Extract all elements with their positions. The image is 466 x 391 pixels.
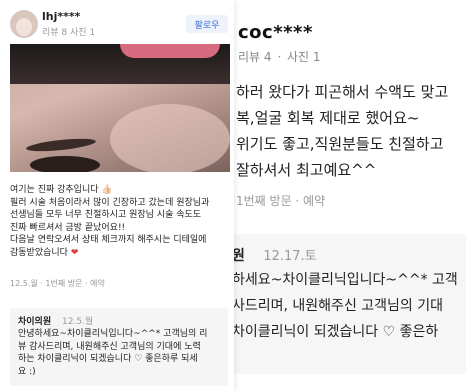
review-text-line: 다음날 연락오셔서 상태 체크까지 해주시는 디테일에 bbox=[10, 235, 207, 245]
review-body: 여기는 진짜 강추입니다 👍🏻 필러 시술 처음이라서 많이 긴장하고 갔는데 … bbox=[10, 184, 232, 259]
reply-author: 차이의원 bbox=[18, 317, 52, 327]
reply-text-line: 뷰 감사드리며, 내원해주신 고객님의 기대에 노력 bbox=[18, 341, 201, 352]
follow-button[interactable]: 팔로우 bbox=[186, 15, 228, 33]
review-text-line: 잘하셔서 최고예요^^ bbox=[236, 161, 377, 179]
review-photo[interactable] bbox=[10, 44, 230, 172]
visit-info: 12.5.월 · 1번째 방문 · 예약 bbox=[10, 279, 105, 288]
reply-text-line: 사드리며, 내원해주신 고객님의 기대 bbox=[232, 298, 443, 314]
reply-text-line: 하세요~차이클리닉입니다~^^* 고객 bbox=[232, 272, 458, 288]
reply-header: 원 12.17.토 bbox=[232, 245, 317, 265]
heart-icon: ❤ bbox=[70, 247, 79, 258]
reply-text-line: 차이클리닉이 되겠습니다 ♡ 좋은하 bbox=[232, 324, 439, 340]
reviewer-stats: 리뷰 8 사진 1 bbox=[42, 28, 96, 38]
review-text-line: 필러 시술 처음이라서 많이 긴장하고 갔는데 원장님과 bbox=[10, 197, 210, 208]
review-card: lhj**** 리뷰 8 사진 1 팔로우 여기는 진짜 강추입니다 👍🏻 필러… bbox=[0, 0, 234, 391]
reply-header: 차이의원 12.5.월 bbox=[18, 314, 93, 327]
photo-count: 사진 1 bbox=[287, 50, 321, 64]
review-text-line: 위기도 좋고,직원분들도 친절하고 bbox=[236, 135, 444, 153]
review-text-line: 감동받았습니다 bbox=[10, 247, 68, 258]
visit-info: 1번째 방문 · 예약 bbox=[236, 194, 326, 208]
reply-date: 12.5.월 bbox=[62, 317, 94, 327]
reviewer-username[interactable]: coc**** bbox=[238, 22, 313, 43]
review-text-line: 복,얼굴 회복 제대로 했어요~ bbox=[236, 109, 420, 127]
review-text-line: 하러 왔다가 피곤해서 수액도 맞고 bbox=[236, 83, 449, 101]
review-text-line: 선생님들 모두 너무 친절하시고 원장님 시술 속도도 bbox=[10, 210, 202, 220]
review-text-line: 여기는 진짜 강추입니다 👍🏻 bbox=[10, 185, 113, 195]
reply-body: 안녕하세요~차이클리닉입니다~^^* 고객님의 리 뷰 감사드리며, 내원해주신… bbox=[18, 328, 207, 378]
meta-separator: · bbox=[277, 50, 282, 64]
review-count: 리뷰 4 bbox=[238, 50, 272, 64]
reply-date: 12.17.토 bbox=[263, 249, 317, 264]
reply-text-line: 하는 차이클리닉이 되겠습니다 ♡ 좋은하루 되세 bbox=[18, 354, 198, 364]
reviewer-username[interactable]: lhj**** bbox=[42, 10, 80, 23]
avatar[interactable] bbox=[10, 10, 38, 38]
reply-text-line: 안녕하세요~차이클리닉입니다~^^* 고객님의 리 bbox=[18, 329, 208, 339]
reviewer-stats: 리뷰 4 · 사진 1 bbox=[238, 48, 321, 65]
review-text-line: 진짜 빠르셔서 금방 끝났어요!! bbox=[10, 222, 126, 233]
reply-text-line: 요 :) bbox=[18, 366, 36, 377]
